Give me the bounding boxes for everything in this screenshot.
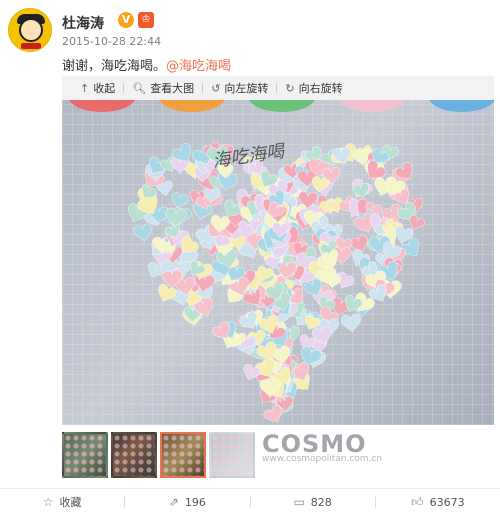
balloon-shape bbox=[69, 100, 135, 112]
balloon-shape bbox=[429, 100, 494, 112]
rotate-left-button[interactable]: ↺ 向左旋转 bbox=[203, 76, 276, 100]
heart-sticky-note bbox=[332, 147, 352, 165]
balloon-shape bbox=[159, 100, 225, 112]
watermark-url: www.cosmopolitan.com.cn bbox=[262, 454, 383, 464]
rotate-right-button[interactable]: ↻ 向右旋转 bbox=[277, 76, 350, 100]
user-avatar[interactable] bbox=[8, 8, 52, 52]
like-button[interactable]: 👍︎ 63673 bbox=[376, 495, 500, 510]
thumbnail-pattern bbox=[211, 434, 253, 476]
verified-v-icon[interactable]: V bbox=[118, 12, 134, 28]
favorite-button[interactable]: ☆ 收藏 bbox=[0, 494, 124, 510]
thumbs-up-icon: 👍︎ bbox=[411, 494, 424, 509]
like-count: 63673 bbox=[429, 495, 465, 509]
repost-count: 196 bbox=[184, 495, 206, 509]
collapse-arrow-icon: ↑ bbox=[80, 81, 90, 95]
star-icon: ☆ bbox=[42, 495, 54, 509]
heart-sticky-note bbox=[133, 223, 153, 242]
post-text: 谢谢，海吃海喝。@海吃海喝 bbox=[62, 55, 231, 74]
rotate-left-icon: ↺ bbox=[211, 81, 221, 95]
member-badge-icon[interactable]: ♔ bbox=[138, 12, 154, 28]
avatar-face bbox=[19, 18, 43, 42]
rotate-right-icon: ↻ bbox=[285, 81, 295, 95]
post-timestamp[interactable]: 2015-10-28 22:44 bbox=[62, 35, 161, 48]
heart-sticky-note bbox=[340, 313, 361, 333]
thumbnail-4[interactable] bbox=[209, 432, 255, 478]
avatar-tag bbox=[21, 43, 41, 49]
thumbnail-pattern bbox=[113, 434, 155, 476]
thumbnail-3[interactable] bbox=[160, 432, 206, 478]
thumbnail-pattern bbox=[64, 434, 106, 476]
favorite-label: 收藏 bbox=[59, 496, 82, 509]
magnifier-icon: 🔍︎ bbox=[132, 81, 147, 95]
balloon-shape bbox=[339, 100, 405, 112]
thumbnail-pattern bbox=[162, 434, 204, 476]
weibo-post: 杜海涛 V ♔ 2015-10-28 22:44 谢谢，海吃海喝。@海吃海喝 ↑… bbox=[0, 0, 500, 515]
post-actions-bar: ☆ 收藏 ⇗ 196 ▭ 828 👍︎ 63673 bbox=[0, 488, 500, 515]
comment-count: 828 bbox=[310, 495, 332, 509]
collapse-button[interactable]: ↑ 收起 bbox=[72, 76, 123, 100]
view-large-button[interactable]: 🔍︎ 查看大图 bbox=[124, 76, 202, 100]
post-body: 谢谢，海吃海喝。 bbox=[62, 59, 167, 74]
rotate-right-label: 向右旋转 bbox=[298, 82, 343, 95]
view-large-label: 查看大图 bbox=[150, 82, 195, 95]
image-toolbar: ↑ 收起 🔍︎ 查看大图 ↺ 向左旋转 ↻ 向右旋转 bbox=[62, 76, 494, 100]
comment-button[interactable]: ▭ 828 bbox=[251, 495, 375, 509]
repost-icon: ⇗ bbox=[168, 495, 179, 509]
thumbnail-strip bbox=[62, 432, 255, 482]
balloon-shape bbox=[249, 100, 315, 112]
rotate-left-label: 向左旋转 bbox=[224, 82, 269, 95]
thumbnail-1[interactable] bbox=[62, 432, 108, 478]
heart-sticky-note bbox=[158, 284, 177, 303]
thumbnail-2[interactable] bbox=[111, 432, 157, 478]
collapse-label: 收起 bbox=[93, 82, 116, 95]
username[interactable]: 杜海涛 bbox=[62, 13, 104, 33]
mention-link[interactable]: @海吃海喝 bbox=[166, 59, 231, 74]
heart-sticky-note bbox=[165, 207, 187, 228]
repost-button[interactable]: ⇗ 196 bbox=[125, 495, 249, 509]
post-photo[interactable]: 海吃海喝 bbox=[62, 100, 494, 425]
comment-icon: ▭ bbox=[293, 495, 305, 509]
